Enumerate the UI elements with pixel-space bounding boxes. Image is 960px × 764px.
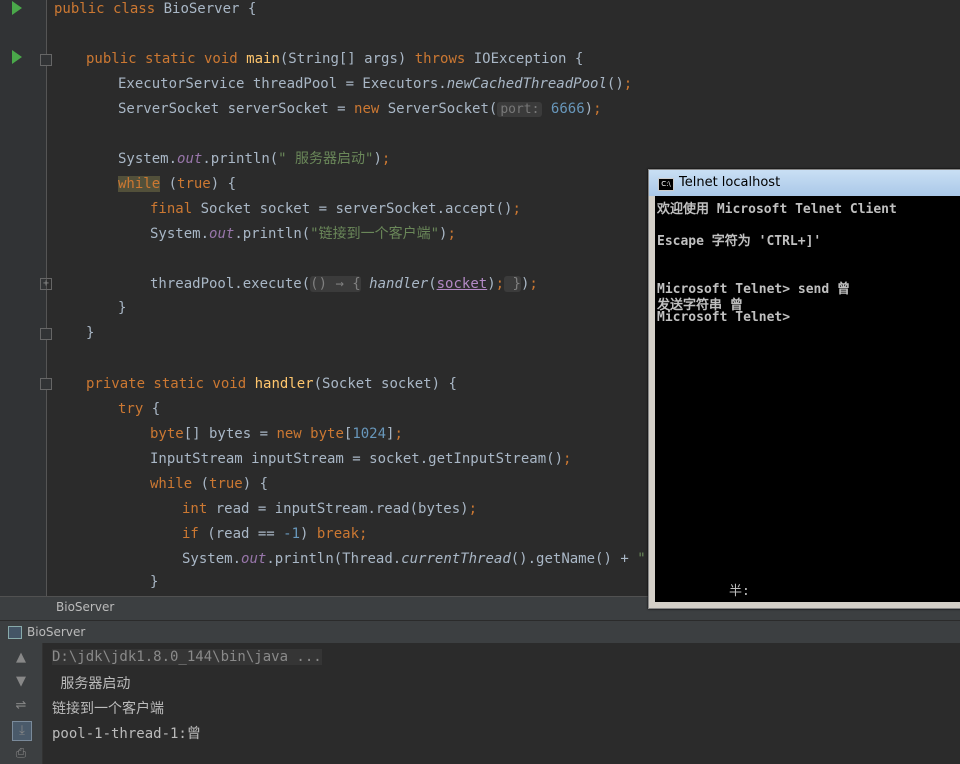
- console-window-icon: C:\: [658, 178, 674, 191]
- print-icon[interactable]: ⎙: [12, 745, 30, 763]
- console-toolbar: ▲ ▼ ⇌ ⤓ ⎙: [0, 643, 43, 764]
- code-line: }: [118, 300, 127, 316]
- run-panel-header[interactable]: BioServer: [0, 620, 960, 644]
- console-output: pool-1-thread-1:曾: [52, 726, 201, 742]
- telnet-window[interactable]: C:\ Telnet localhost 欢迎使用 Microsoft Teln…: [648, 169, 960, 609]
- scroll-down-icon[interactable]: ▼: [12, 673, 30, 691]
- lambda-fold[interactable]: () → {: [310, 276, 361, 292]
- telnet-title: Telnet localhost: [679, 175, 781, 190]
- code-line: byte[] bytes = new byte[1024];: [150, 426, 403, 442]
- code-line: public class BioServer {: [54, 1, 257, 17]
- code-line: threadPool.execute(() → { handler(socket…: [150, 276, 538, 292]
- code-line: System.out.println("链接到一个客户端");: [150, 226, 456, 242]
- code-line: try {: [118, 401, 161, 417]
- code-line: ServerSocket serverSocket = new ServerSo…: [118, 101, 602, 117]
- code-line: final Socket socket = serverSocket.accep…: [150, 201, 521, 217]
- ime-status: 半:: [729, 584, 750, 599]
- file-tab-label[interactable]: BioServer: [56, 600, 114, 614]
- code-line: if (read == -1) break;: [182, 526, 368, 542]
- code-line: while (true) {: [150, 476, 269, 492]
- console-output: 链接到一个客户端: [52, 701, 164, 717]
- telnet-line: 欢迎使用 Microsoft Telnet Client: [657, 202, 897, 217]
- scroll-up-icon[interactable]: ▲: [12, 649, 30, 667]
- code-line: InputStream inputStream = socket.getInpu…: [150, 451, 572, 467]
- telnet-prompt[interactable]: Microsoft Telnet>: [657, 310, 790, 325]
- code-line: while (true) {: [118, 176, 237, 192]
- telnet-line: Escape 字符为 'CTRL+]': [657, 234, 822, 249]
- telnet-screen[interactable]: 欢迎使用 Microsoft Telnet Client Escape 字符为 …: [655, 196, 960, 602]
- code-line: }: [86, 325, 95, 341]
- code-line: public static void main(String[] args) t…: [86, 51, 584, 67]
- console-output: 服务器启动: [52, 676, 131, 692]
- run-config-label[interactable]: BioServer: [27, 625, 85, 639]
- telnet-titlebar[interactable]: C:\ Telnet localhost: [649, 170, 960, 196]
- scroll-to-end-icon[interactable]: ⤓: [12, 721, 32, 741]
- soft-wrap-icon[interactable]: ⇌: [12, 697, 30, 715]
- code-line: ExecutorService threadPool = Executors.n…: [118, 76, 633, 92]
- run-config-icon: [8, 626, 22, 639]
- code-line: private static void handler(Socket socke…: [86, 376, 457, 392]
- code-line: }: [150, 574, 159, 590]
- console-command: D:\jdk\jdk1.8.0_144\bin\java ...: [52, 649, 322, 665]
- code-line: int read = inputStream.read(bytes);: [182, 501, 478, 517]
- run-console[interactable]: ▲ ▼ ⇌ ⤓ ⎙ D:\jdk\jdk1.8.0_144\bin\java .…: [0, 643, 960, 764]
- code-line: System.out.println(Thread.currentThread(…: [182, 551, 679, 567]
- code-line: System.out.println(" 服务器启动");: [118, 151, 391, 167]
- parameter-hint: port:: [497, 102, 543, 117]
